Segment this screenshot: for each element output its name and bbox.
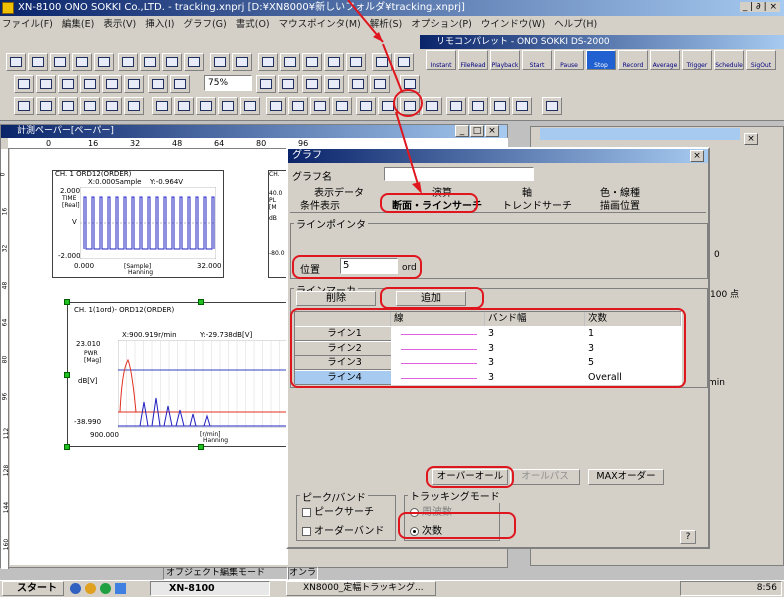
- ie-icon[interactable]: [70, 583, 81, 594]
- start-button[interactable]: スタート: [2, 581, 64, 596]
- annotation-overlay: [347, 0, 423, 194]
- media-icon[interactable]: [100, 583, 111, 594]
- quick-launch: [70, 583, 140, 594]
- outlook-icon[interactable]: [85, 583, 96, 594]
- task-xn8100[interactable]: XN-8100: [150, 581, 270, 596]
- task-xn8000[interactable]: XN8000_定幅トラッキング...: [286, 581, 436, 596]
- system-clock: 8:56: [680, 581, 782, 596]
- desktop-icon[interactable]: [115, 583, 126, 594]
